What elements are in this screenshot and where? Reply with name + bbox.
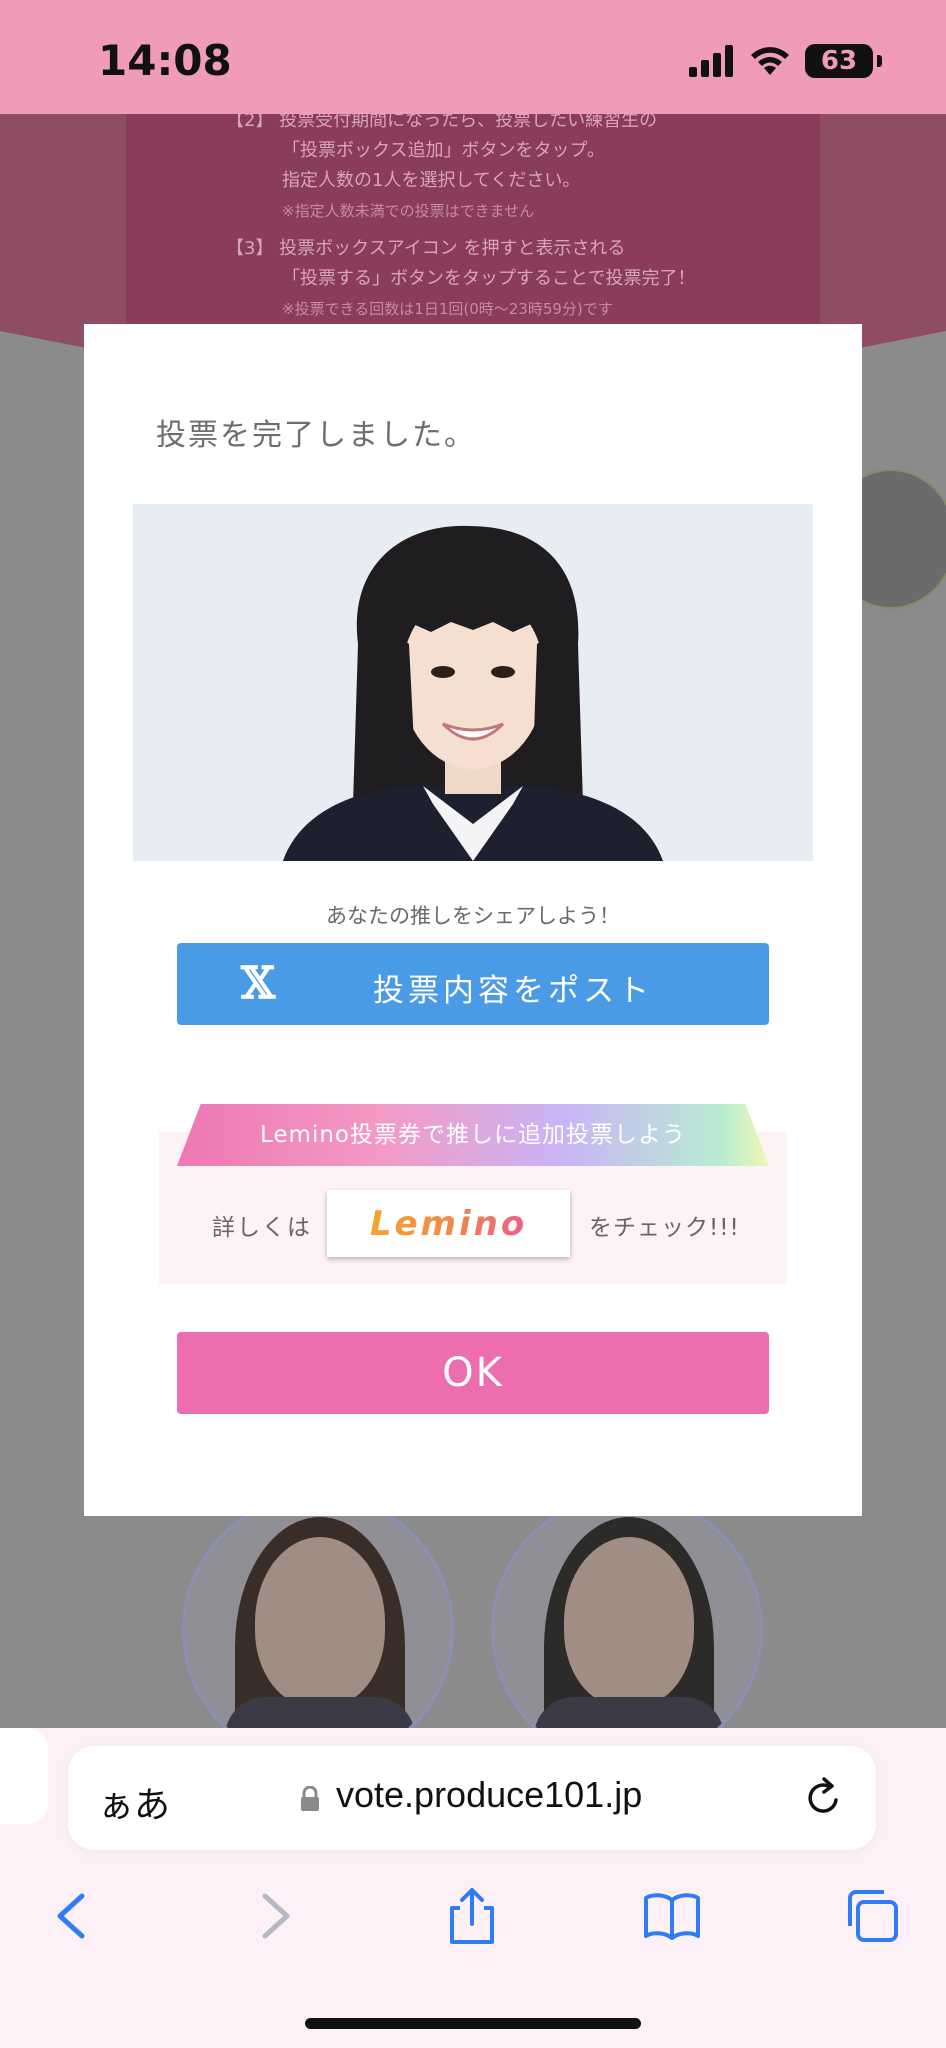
battery-cap [877,55,882,67]
instruction-line: 【2】 投票受付期間になったら、投票したい練習生の [226,114,658,131]
status-bar: 14:08 63 [0,0,946,114]
instruction-note: ※投票できる回数は1日1回(0時〜23時59分)です [282,300,613,318]
instruction-line: 「投票する」ボタンをタップすることで投票完了！ [282,268,696,289]
reload-icon[interactable] [802,1776,846,1820]
status-time: 14:08 [98,36,232,85]
instruction-line: 「投票ボックス追加」ボタンをタップ。 [282,140,605,161]
lemino-detail-suffix: をチェック!!! [589,1215,740,1241]
lock-icon [301,1786,319,1811]
trainee-photo [133,504,813,861]
lemino-promo-banner: Lemino投票券で推しに追加投票しよう [177,1104,769,1166]
url-text: vote.produce101.jp [336,1774,643,1815]
tabs-icon[interactable] [842,1886,902,1946]
lemino-detail-prefix: 詳しくは [212,1215,312,1241]
ok-button[interactable]: OK [177,1332,769,1414]
previous-tab-edge[interactable] [0,1728,48,1824]
lemino-logo-button[interactable]: Lemino [327,1190,570,1257]
bookmarks-icon[interactable] [642,1886,702,1946]
signal-icon [689,45,733,77]
address-bar[interactable]: ぁあ vote.produce101.jp [68,1746,876,1850]
home-indicator [305,2018,641,2029]
back-icon[interactable] [42,1886,102,1946]
background-instructions: 【2】 投票受付期間になったら、投票したい練習生の 「投票ボックス追加」ボタンを… [126,114,820,329]
vote-complete-dialog: 投票を完了しました。 あなたの推しをシェアしよう！ 𝕏 投票内容をポスト Lem… [84,324,862,1516]
lemino-logo-text: Lemino [369,1203,528,1244]
post-button-label: 投票内容をポスト [373,973,653,1009]
forward-icon[interactable] [245,1886,305,1946]
instruction-line: 指定人数の1人を選択してください。 [282,170,581,191]
trainee-avatar [491,1494,763,1728]
share-icon[interactable] [442,1886,502,1946]
battery-icon: 63 [805,44,873,78]
dialog-title: 投票を完了しました。 [156,418,476,453]
post-to-x-button[interactable]: 𝕏 投票内容をポスト [177,943,769,1025]
x-logo-icon: 𝕏 [241,958,276,1009]
reader-settings-button[interactable]: ぁあ [98,1776,170,1828]
trainee-avatar [182,1494,454,1728]
share-caption: あなたの推しをシェアしよう！ [326,904,620,928]
instruction-line: 【3】 投票ボックスアイコン を押すと表示される [226,238,626,259]
browser-chrome: ぁあ vote.produce101.jp [0,1728,946,2048]
instruction-note: ※指定人数未満での投票はできません [282,202,535,220]
status-icons: 63 [689,44,882,78]
wifi-icon [751,47,789,75]
